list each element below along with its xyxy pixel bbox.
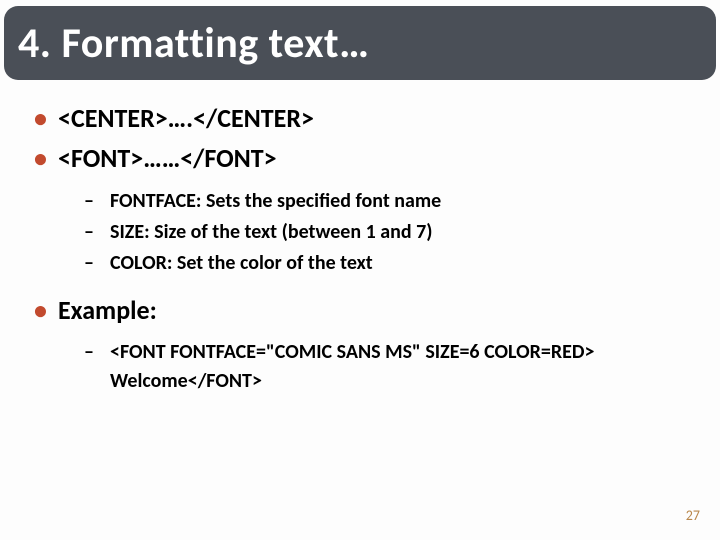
bullet-list-level2: FONTFACE: Sets the specified font name S… <box>58 187 700 278</box>
bullet-item: Example: <FONT FONTFACE="COMIC SANS MS" … <box>28 292 700 396</box>
sub-bullet-item: SIZE: Size of the text (between 1 and 7) <box>58 218 700 247</box>
bullet-text: <FONT>……</FONT> <box>58 142 277 174</box>
page-number: 27 <box>686 507 700 524</box>
slide-content: <CENTER>….</CENTER> <FONT>……</FONT> FONT… <box>28 100 700 410</box>
slide-title: 4. Formatting text… <box>18 18 369 69</box>
slide-title-bar: 4. Formatting text… <box>4 6 716 80</box>
sub-bullet-item: <FONT FONTFACE="COMIC SANS MS" SIZE=6 CO… <box>58 338 700 396</box>
bullet-text: Example: <box>58 294 157 326</box>
bullet-list-level2: <FONT FONTFACE="COMIC SANS MS" SIZE=6 CO… <box>58 338 700 396</box>
sub-bullet-item: FONTFACE: Sets the specified font name <box>58 187 700 216</box>
bullet-item: <FONT>……</FONT> FONTFACE: Sets the speci… <box>28 140 700 277</box>
bullet-list-level1: <CENTER>….</CENTER> <FONT>……</FONT> FONT… <box>28 100 700 396</box>
bullet-item: <CENTER>….</CENTER> <box>28 100 700 136</box>
sub-bullet-item: COLOR: Set the color of the text <box>58 249 700 278</box>
